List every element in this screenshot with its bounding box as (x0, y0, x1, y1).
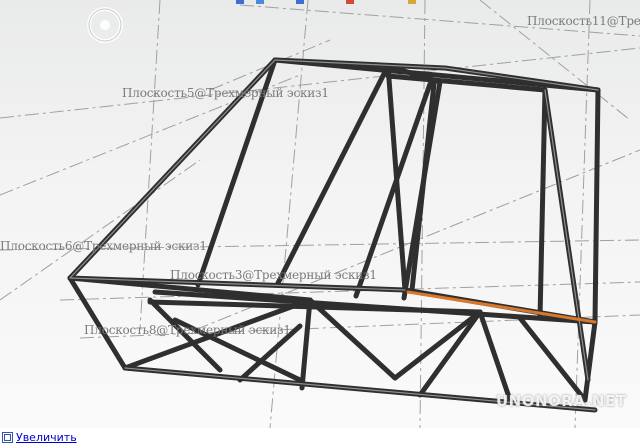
frame-drawing (0, 0, 640, 428)
zoom-label[interactable]: Увеличить (16, 431, 77, 444)
gear-watermark-icon (87, 7, 123, 43)
toolbar-icon[interactable] (236, 0, 244, 4)
plane-label: Плоскость6@Трехмерный эскиз1 (0, 239, 207, 253)
bottom-bar (0, 428, 640, 446)
toolbar-icon[interactable] (296, 0, 304, 4)
plane-label: Плоскость3@Трехмерный эскиз1 (170, 268, 377, 282)
tube-frame (67, 57, 601, 413)
plane-label: Плоскость8@Трехмерный эскиз1 (84, 323, 291, 337)
watermark-text: UNONORA.NET (496, 392, 627, 410)
plane-label: Плоскость5@Трехмерный эскиз1 (122, 86, 329, 100)
toolbar-icon[interactable] (256, 0, 264, 4)
plane-label: Плоскость11@Трехмерный эскиз1 (527, 14, 640, 28)
zoom-icon[interactable] (2, 432, 13, 443)
toolbar-icon[interactable] (346, 0, 354, 4)
zoom-link[interactable]: Увеличить (2, 431, 77, 444)
cad-viewport[interactable]: Плоскость11@Трехмерный эскиз1 Плоскость5… (0, 0, 640, 428)
toolbar-icon[interactable] (408, 0, 416, 4)
toolbar-icons[interactable] (236, 0, 426, 6)
